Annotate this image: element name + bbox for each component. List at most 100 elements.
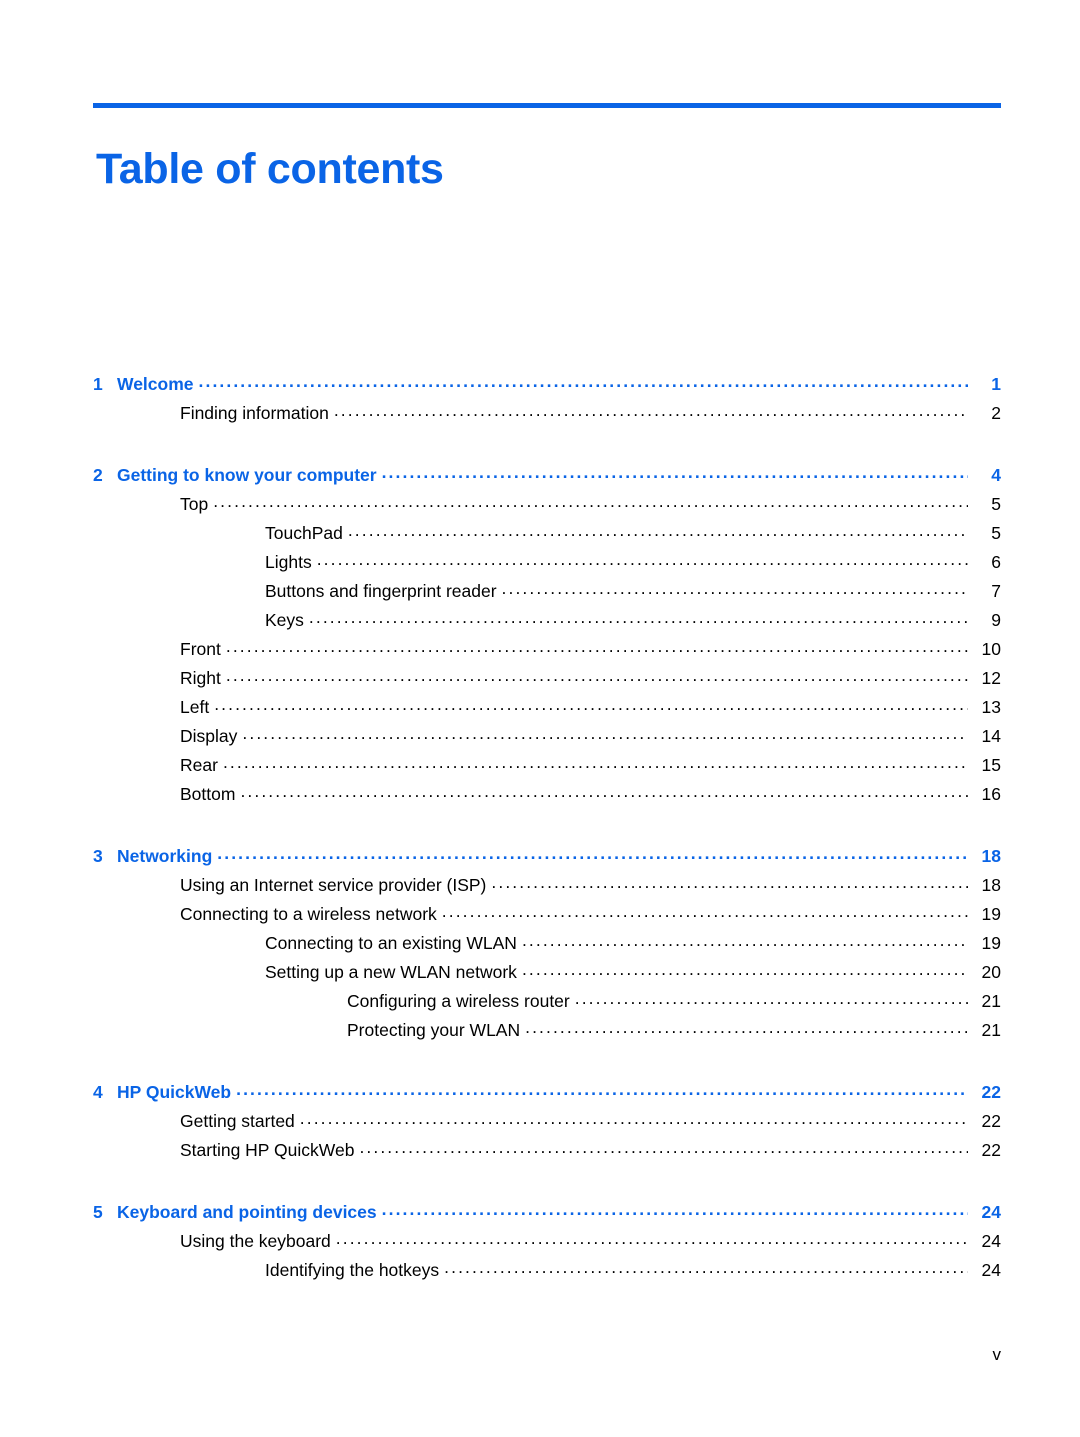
toc-entry-label: Bottom (180, 784, 236, 804)
toc-chapter-entry[interactable]: 5 Keyboard and pointing devices 24 (93, 1198, 1001, 1227)
toc-page-number: 19 (981, 933, 1001, 953)
toc-sub-entry[interactable]: Bottom 16 (93, 780, 1001, 809)
toc-sub-entry[interactable]: Display 14 (93, 722, 1001, 751)
title-rule (93, 103, 1001, 108)
toc-entry-label: Buttons and fingerprint reader (265, 581, 497, 601)
toc-entry-label: Finding information (180, 403, 329, 423)
toc-dot-leader (444, 1259, 968, 1277)
toc-chapter-number: 3 (93, 846, 103, 866)
toc-sub-entry[interactable]: Getting started 22 (93, 1107, 1001, 1136)
toc-page-number: 12 (981, 668, 1001, 688)
toc-page-number: 10 (981, 639, 1001, 659)
toc-sub-entry[interactable]: Configuring a wireless router 21 (93, 987, 1001, 1016)
toc-chapter-group: 4HP QuickWeb22Getting started22Starting … (93, 1078, 1001, 1165)
toc-dot-leader (199, 373, 968, 391)
toc-page-number: 1 (991, 374, 1001, 394)
toc-chapter-group: 5 Keyboard and pointing devices 24Using th… (93, 1198, 1001, 1285)
toc-entry-label: Identifying the hotkeys (265, 1260, 440, 1280)
toc-entry-label: Keys (265, 610, 304, 630)
toc-entry-label: Protecting your WLAN (347, 1020, 521, 1040)
toc-sub-entry[interactable]: Right 12 (93, 664, 1001, 693)
toc-sub-entry[interactable]: Identifying the hotkeys 24 (93, 1256, 1001, 1285)
toc-sub-entry[interactable]: Rear 15 (93, 751, 1001, 780)
toc-page-number: 16 (981, 784, 1001, 804)
toc-sub-entry[interactable]: TouchPad 5 (93, 519, 1001, 548)
toc-dot-leader (442, 903, 968, 921)
toc-chapter-group: 1 Welcome 1 Finding information 2 (93, 370, 1001, 428)
toc-sub-entry[interactable]: Front 10 (93, 635, 1001, 664)
toc-sub-entry[interactable]: Left 13 (93, 693, 1001, 722)
toc-entry-label: Connecting to a wireless network (180, 904, 437, 924)
toc-sub-entry[interactable]: Keys 9 (93, 606, 1001, 635)
toc-sub-entry[interactable]: Finding information 2 (93, 399, 1001, 428)
toc-entry-label: Right (180, 668, 221, 688)
toc-chapter-number: 1 (93, 374, 103, 394)
footer-page-number: v (992, 1345, 1002, 1364)
toc-dot-leader (502, 580, 968, 598)
page-title: Table of contents (96, 144, 444, 193)
toc-page-number: 2 (991, 403, 1001, 423)
toc-sub-entry[interactable]: Top 5 (93, 490, 1001, 519)
toc-dot-leader (236, 1081, 968, 1099)
toc-dot-leader (382, 464, 968, 482)
toc-dot-leader (348, 522, 968, 540)
toc-dot-leader (240, 783, 968, 801)
toc-entry-label: TouchPad (265, 523, 343, 543)
toc-page-number: 20 (981, 962, 1001, 982)
toc-page-number: 22 (981, 1140, 1001, 1160)
toc-page-number: 5 (991, 494, 1001, 514)
toc-entry-label: Front (180, 639, 221, 659)
toc-chapter-entry[interactable]: 1 Welcome 1 (93, 370, 1001, 399)
toc-chapter-group: 3Networking18Using an Internet service p… (93, 842, 1001, 1045)
toc-page-number: 9 (991, 610, 1001, 630)
toc-dot-leader (336, 1230, 968, 1248)
toc-dot-leader (213, 493, 968, 511)
document-page: Table of contents 1 Welcome 1 Finding infor… (0, 0, 1080, 1437)
toc-page-number: 19 (981, 904, 1001, 924)
toc-dot-leader (226, 638, 968, 656)
toc-page-number: 6 (991, 552, 1001, 572)
toc-entry-label: Getting started (180, 1111, 295, 1131)
toc-dot-leader (300, 1110, 968, 1128)
toc-dot-leader (575, 990, 968, 1008)
toc-page-number: 15 (981, 755, 1001, 775)
toc-entry-label: Connecting to an existing WLAN (265, 933, 517, 953)
toc-dot-leader (334, 402, 968, 420)
toc-dot-leader (522, 961, 968, 979)
toc-chapter-entry[interactable]: 4 HP QuickWeb 22 (93, 1078, 1001, 1107)
toc-sub-entry[interactable]: Lights 6 (93, 548, 1001, 577)
toc-sub-entry[interactable]: Buttons and fingerprint reader 7 (93, 577, 1001, 606)
toc-dot-leader (217, 845, 968, 863)
toc-entry-label: Setting up a new WLAN network (265, 962, 517, 982)
toc-sub-entry[interactable]: Protecting your WLAN 21 (93, 1016, 1001, 1045)
toc-chapter-entry[interactable]: 3 Networking 18 (93, 842, 1001, 871)
toc-sub-entry[interactable]: Starting HP QuickWeb 22 (93, 1136, 1001, 1165)
toc-entry-label: Left (180, 697, 210, 717)
toc-page-number: 5 (991, 523, 1001, 543)
toc-dot-leader (317, 551, 968, 569)
toc-entry-label: Starting HP QuickWeb (180, 1140, 355, 1160)
toc-page-number: 24 (981, 1231, 1001, 1251)
toc-page-number: 18 (981, 875, 1001, 895)
toc-entry-label: Lights (265, 552, 312, 572)
toc-page-number: 4 (991, 465, 1001, 485)
toc-dot-leader (359, 1139, 968, 1157)
toc-entry-label: Rear (180, 755, 218, 775)
toc-sub-entry[interactable]: Setting up a new WLAN network 20 (93, 958, 1001, 987)
toc-sub-entry[interactable]: Using the keyboard 24 (93, 1227, 1001, 1256)
toc-sub-entry[interactable]: Using an Internet service provider (ISP)… (93, 871, 1001, 900)
toc-page-number: 22 (981, 1111, 1001, 1131)
toc-entry-label: Display (180, 726, 238, 746)
toc-sub-entry[interactable]: Connecting to a wireless network 19 (93, 900, 1001, 929)
toc-dot-leader (223, 754, 968, 772)
toc-sub-entry[interactable]: Connecting to an existing WLAN 19 (93, 929, 1001, 958)
toc-dot-leader (525, 1019, 968, 1037)
toc-chapter-number: 5 (93, 1202, 103, 1222)
toc-chapter-entry[interactable]: 2 Getting to know your computer 4 (93, 461, 1001, 490)
toc-dot-leader (226, 667, 968, 685)
toc-page-number: 13 (981, 697, 1001, 717)
toc-entry-label: Configuring a wireless router (347, 991, 570, 1011)
toc-page-number: 14 (981, 726, 1001, 746)
toc-entry-label: Keyboard and pointing devices (117, 1202, 377, 1222)
toc-entry-label: Using an Internet service provider (ISP) (180, 875, 487, 895)
